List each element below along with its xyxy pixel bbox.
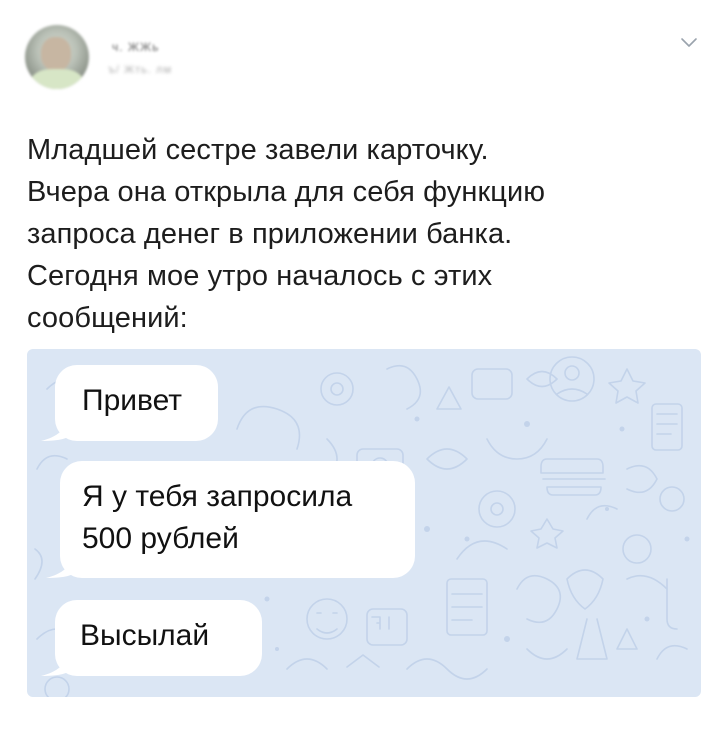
tweet-text-line: сообщений: [27,302,188,334]
tweet-text-line: Младшей сестре завели карточку. [27,134,489,166]
message-bubble: Высылай [41,600,262,676]
author-name[interactable]: ч. ЖЖь [112,40,159,56]
tweet-text-line: Сегодня мое утро началось с этих [27,260,493,292]
tweet-text: Младшей сестре завели карточку. Вчера он… [27,129,687,339]
message-bubble: Привет [41,365,218,441]
tweet-text-line: Вчера она открыла для себя функцию [27,176,546,208]
chevron-down-icon[interactable] [680,36,698,50]
tweet-text-line: запроса денег в приложении банка. [27,218,513,250]
message-text: Высылай [80,619,210,652]
message-bubble: Я у тебя запросила 500 рублей [46,461,415,578]
message-text: Привет [82,384,183,417]
author-handle[interactable]: ъ/ Жть. лм [108,64,172,78]
avatar[interactable] [25,25,89,89]
message-text-line: 500 рублей [82,522,239,555]
message-text-line: Я у тебя запросила [82,480,353,513]
tweet-card: ч. ЖЖь ъ/ Жть. лм Младшей сестре завели … [0,0,728,736]
message-text: Я у тебя запросила 500 рублей [60,461,415,560]
